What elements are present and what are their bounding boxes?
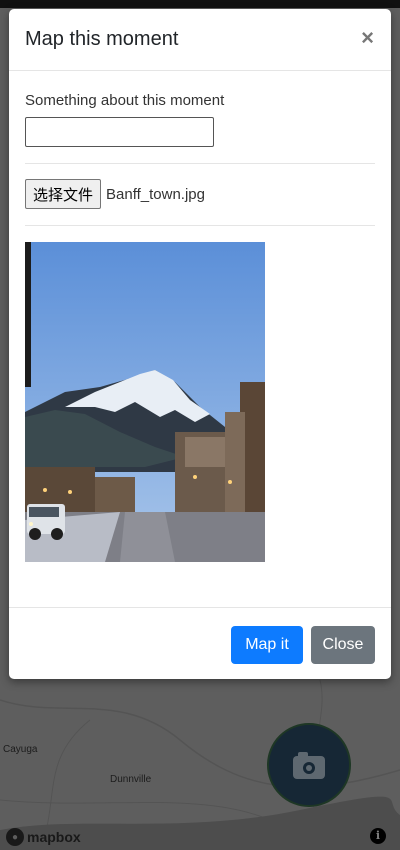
description-input[interactable] xyxy=(25,117,214,147)
choose-file-button[interactable]: 选择文件 xyxy=(25,179,102,209)
close-button[interactable]: Close xyxy=(311,626,375,664)
close-icon[interactable]: × xyxy=(361,27,374,49)
map-it-button[interactable]: Map it xyxy=(231,626,303,664)
modal-body: Something about this moment 选择文件 Banff_t… xyxy=(9,92,391,562)
divider xyxy=(25,225,375,226)
modal-header: Map this moment × xyxy=(9,9,391,71)
file-picker: 选择文件 Banff_town.jpg xyxy=(25,178,375,210)
map-moment-modal: Map this moment × Something about this m… xyxy=(9,9,391,679)
description-label: Something about this moment xyxy=(25,92,225,109)
file-name: Banff_town.jpg xyxy=(106,185,205,203)
photo-preview xyxy=(25,242,265,562)
modal-footer: Map it Close xyxy=(9,607,391,679)
modal-title: Map this moment xyxy=(25,28,179,50)
divider xyxy=(25,163,375,164)
photo-preview-image xyxy=(25,242,265,562)
